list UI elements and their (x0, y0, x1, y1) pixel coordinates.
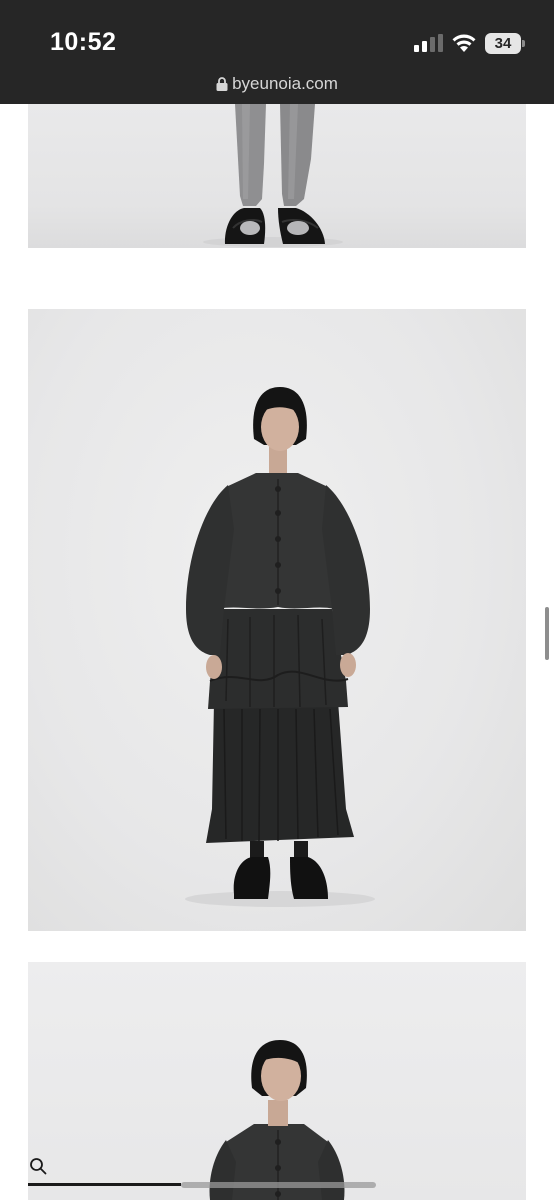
lock-icon (216, 77, 228, 91)
gallery-progress-fill (28, 1183, 181, 1186)
signal-icon (414, 34, 443, 52)
url-text: byeunoia.com (232, 74, 338, 93)
gallery-progress-bar[interactable] (28, 1182, 376, 1188)
legs-illustration (203, 104, 343, 247)
wifi-icon (452, 34, 476, 52)
status-time: 10:52 (50, 28, 117, 56)
battery-icon: 34 (485, 33, 525, 55)
battery-level: 34 (485, 33, 521, 54)
product-photo-upper-body[interactable] (28, 962, 526, 1200)
scroll-indicator[interactable] (545, 607, 549, 660)
search-icon[interactable] (29, 1157, 47, 1175)
status-bar: 10:52 34 byeunoia.com (0, 0, 554, 104)
model-illustration-2 (209, 1040, 345, 1200)
product-photo-legs-shoes[interactable] (28, 104, 526, 248)
model-illustration (185, 387, 375, 907)
product-photo-full-outfit[interactable] (28, 309, 526, 931)
address-bar[interactable]: byeunoia.com (0, 74, 554, 94)
gallery-progress-rest (181, 1182, 376, 1188)
